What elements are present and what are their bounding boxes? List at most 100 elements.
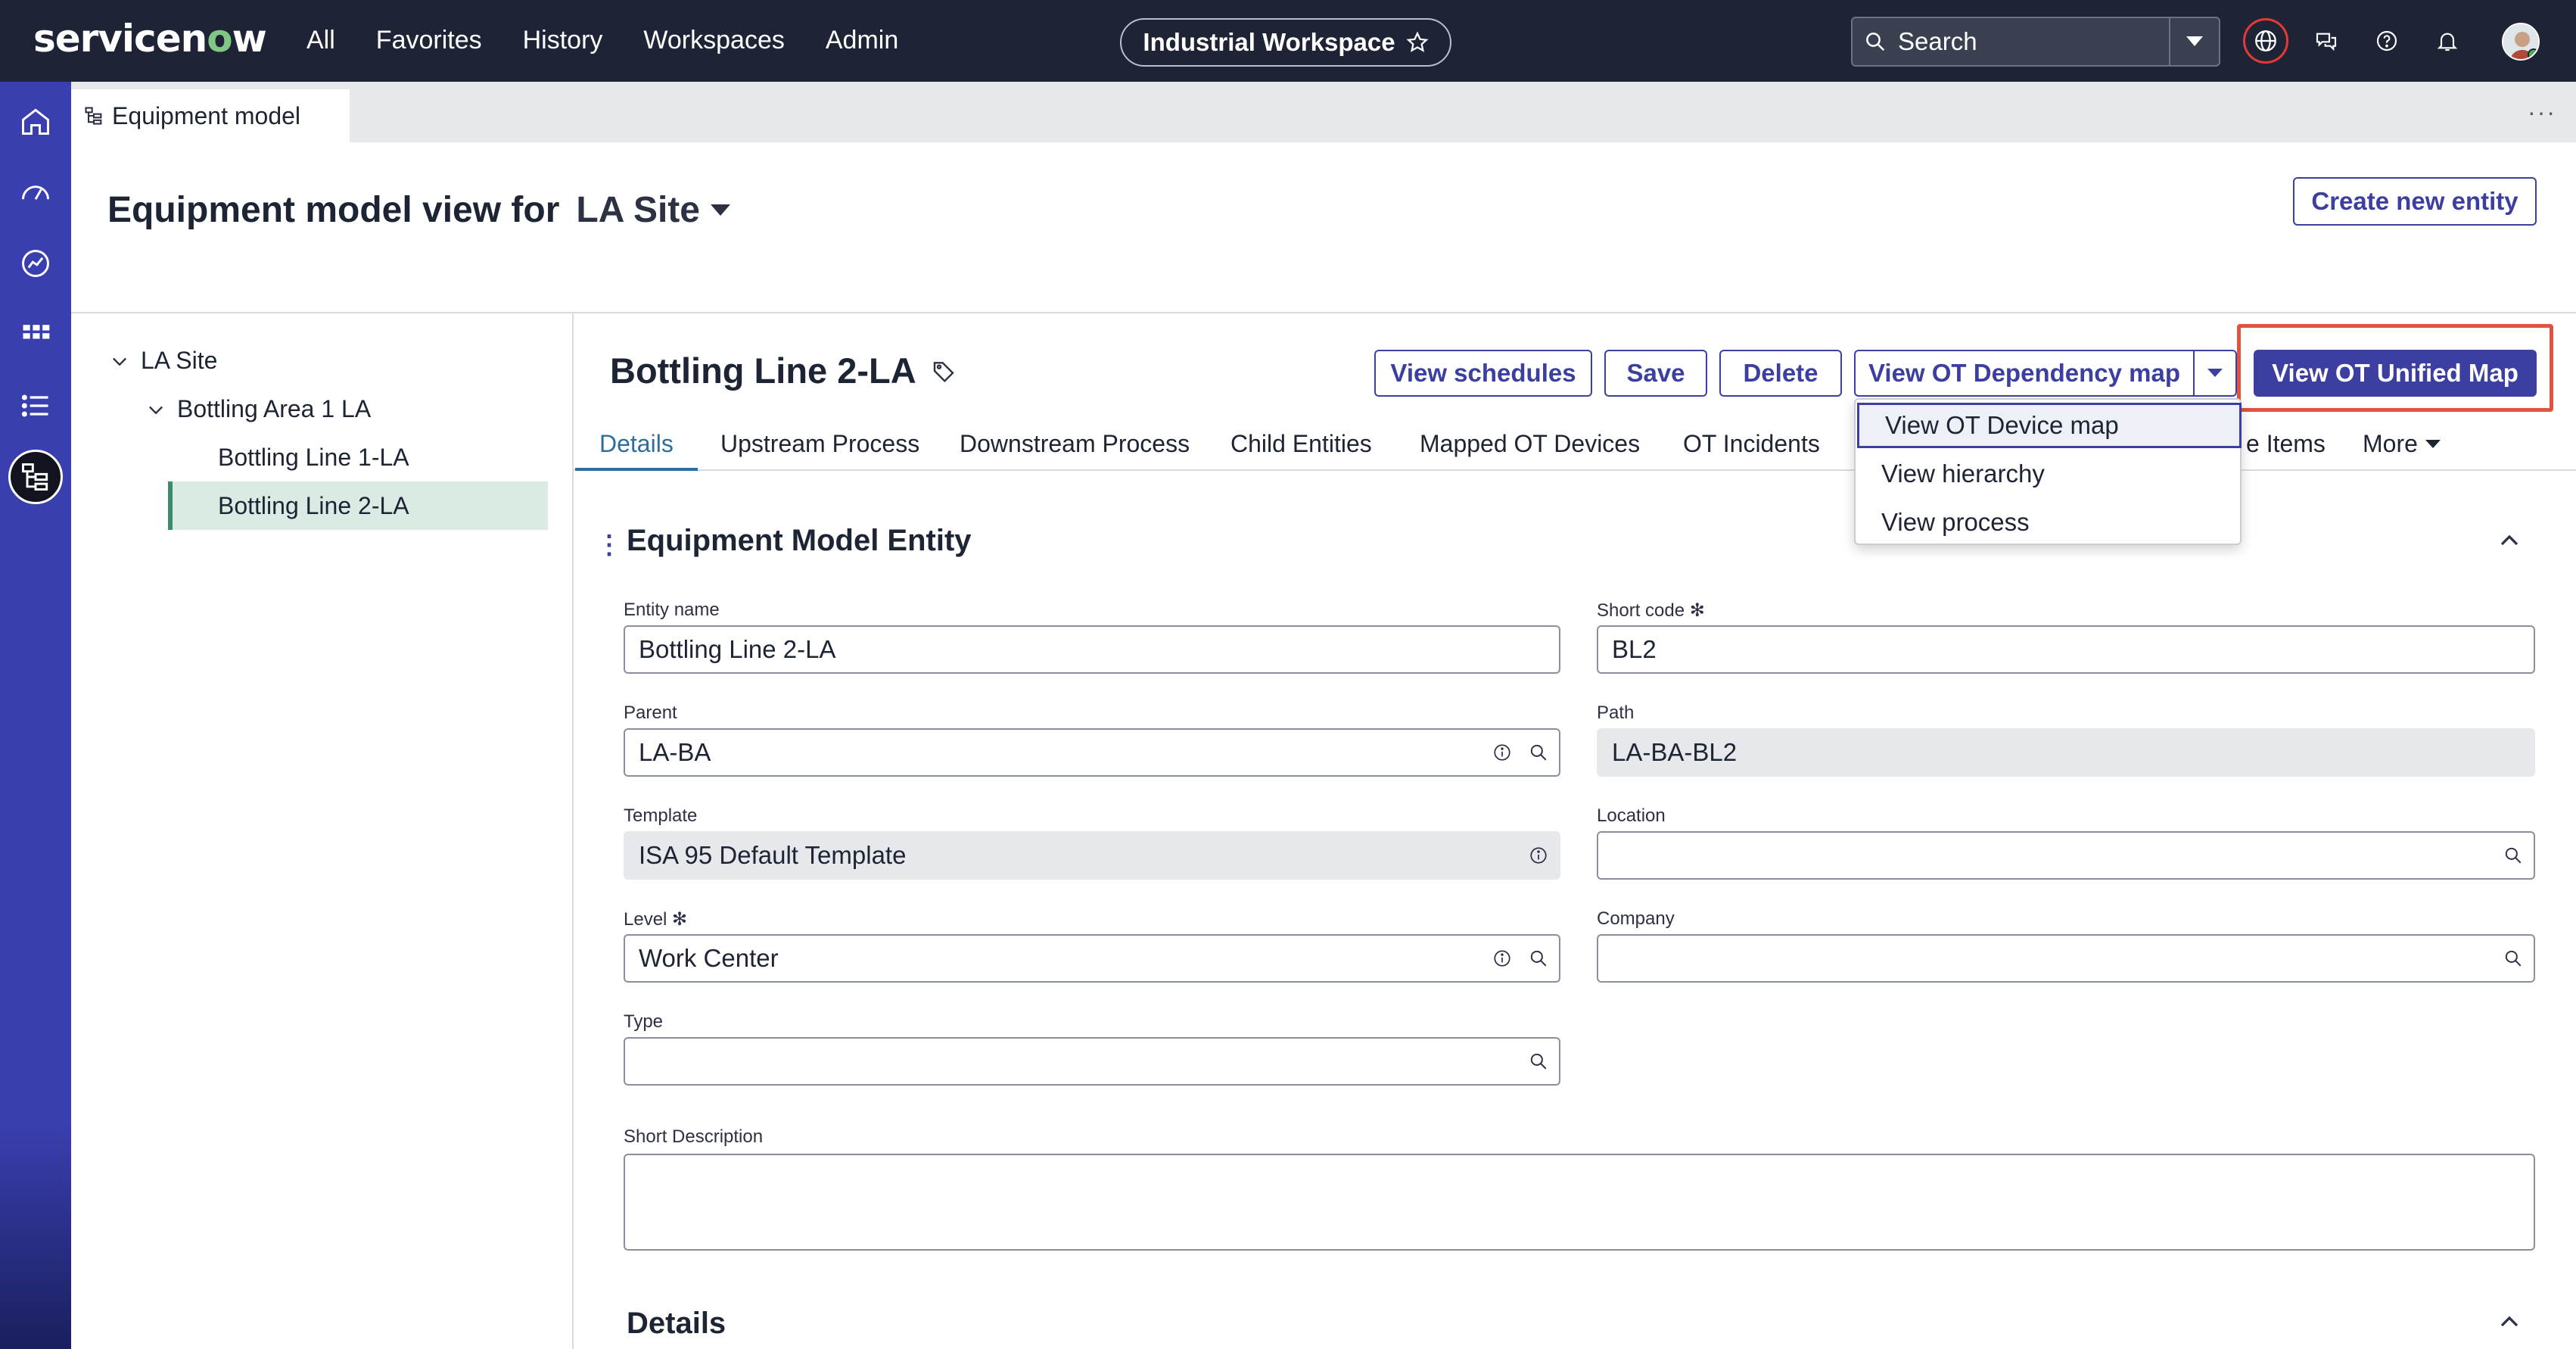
company-label: Company: [1597, 908, 1675, 929]
search-icon[interactable]: [1529, 743, 1548, 762]
dependency-map-dropdown-menu: View OT Device map View hierarchy View p…: [1854, 398, 2242, 545]
menu-item-view-ot-device-map[interactable]: View OT Device map: [1857, 403, 2242, 448]
search-icon[interactable]: [1529, 1051, 1548, 1071]
tree-node-bottling-line-2[interactable]: Bottling Line 2-LA: [218, 492, 409, 520]
nav-link-history[interactable]: History: [523, 26, 603, 55]
tree-node-la-site[interactable]: LA Site: [109, 347, 217, 375]
tab-mapped-ot-devices[interactable]: Mapped OT Devices: [1420, 430, 1640, 458]
record-title: Bottling Line 2-LA: [610, 350, 956, 391]
location-label: Location: [1597, 805, 1666, 826]
home-icon[interactable]: [13, 98, 58, 144]
path-label: Path: [1597, 703, 1635, 723]
short-code-field[interactable]: BL2: [1597, 625, 2535, 674]
help-icon[interactable]: [2364, 18, 2410, 64]
workspace-selector[interactable]: Industrial Workspace: [1120, 18, 1451, 67]
caret-down-icon: [2425, 439, 2441, 448]
path-field: LA-BA-BL2: [1597, 728, 2535, 777]
workspace-label: Industrial Workspace: [1143, 28, 1395, 56]
top-utility-icons: [2243, 18, 2470, 64]
chat-icon[interactable]: [2304, 18, 2349, 64]
dependency-map-dropdown-toggle[interactable]: [2193, 350, 2237, 397]
tree-node-bottling-line-1[interactable]: Bottling Line 1-LA: [218, 444, 409, 472]
type-label: Type: [624, 1011, 664, 1032]
section-drag-handle-icon[interactable]: ⋮: [596, 530, 622, 560]
tab-more[interactable]: More: [2363, 430, 2441, 458]
site-selector[interactable]: LA Site: [576, 189, 730, 231]
tag-icon[interactable]: [932, 359, 956, 383]
top-navigation-bar: servicenow All Favorites History Workspa…: [0, 0, 2576, 82]
nav-link-favorites[interactable]: Favorites: [376, 26, 482, 55]
level-field[interactable]: Work Center: [624, 934, 1560, 983]
star-icon[interactable]: [1406, 31, 1429, 54]
caret-down-icon: [2207, 369, 2223, 377]
workspace-tab-strip: Equipment model ···: [71, 82, 2576, 142]
left-rail: [0, 82, 71, 1349]
annotation-highlight-box: [2237, 324, 2553, 412]
record-tabs: Details Upstream Process Downstream Proc…: [574, 419, 2576, 471]
create-new-entity-button[interactable]: Create new entity: [2293, 177, 2537, 226]
chevron-up-icon[interactable]: [2494, 1307, 2525, 1337]
tab-label: Equipment model: [112, 101, 301, 129]
dashboard-gauge-icon[interactable]: [13, 170, 58, 215]
servicenow-logo[interactable]: servicenow: [33, 17, 267, 61]
menu-item-view-hierarchy[interactable]: View hierarchy: [1856, 451, 2240, 497]
tab-upstream-process[interactable]: Upstream Process: [720, 430, 919, 458]
info-icon[interactable]: [1492, 949, 1512, 968]
parent-field[interactable]: LA-BA: [624, 728, 1560, 777]
chevron-down-icon[interactable]: [145, 399, 166, 420]
analytics-icon[interactable]: [13, 241, 58, 286]
info-icon[interactable]: [1529, 846, 1548, 865]
global-search[interactable]: Search: [1851, 17, 2220, 67]
template-field: ISA 95 Default Template: [624, 831, 1560, 880]
search-scope-dropdown[interactable]: [2169, 18, 2219, 65]
more-options-icon[interactable]: ···: [2528, 98, 2556, 126]
view-schedules-button[interactable]: View schedules: [1374, 350, 1592, 397]
company-field[interactable]: [1597, 934, 2535, 983]
short-description-textarea[interactable]: [624, 1154, 2535, 1251]
header-divider: [71, 312, 2576, 313]
parent-label: Parent: [624, 703, 677, 723]
search-icon: [1853, 30, 1898, 53]
view-ot-dependency-map-button[interactable]: View OT Dependency map: [1854, 350, 2195, 397]
globe-icon[interactable]: [2243, 18, 2288, 64]
info-icon[interactable]: [1492, 743, 1512, 762]
type-field[interactable]: [624, 1037, 1560, 1086]
tab-child-entities[interactable]: Child Entities: [1230, 430, 1372, 458]
nav-link-all[interactable]: All: [306, 26, 335, 55]
site-name: LA Site: [576, 190, 700, 230]
online-status-dot: [2528, 48, 2538, 59]
level-label: Level ✻: [624, 909, 688, 930]
search-icon[interactable]: [1529, 949, 1548, 968]
required-asterisk-icon: ✻: [672, 909, 688, 930]
search-icon[interactable]: [2503, 949, 2523, 968]
page-title-text: Equipment model view for: [107, 190, 560, 230]
equipment-hierarchy-icon[interactable]: [8, 450, 63, 504]
user-avatar[interactable]: [2502, 23, 2540, 61]
menu-item-view-process[interactable]: View process: [1856, 500, 2240, 545]
list-icon[interactable]: [13, 383, 58, 428]
record-title-text: Bottling Line 2-LA: [610, 350, 916, 391]
notification-bell-icon[interactable]: [2425, 18, 2470, 64]
location-field[interactable]: [1597, 831, 2535, 880]
entity-name-field[interactable]: Bottling Line 2-LA: [624, 625, 1560, 674]
save-button[interactable]: Save: [1604, 350, 1707, 397]
chevron-down-icon[interactable]: [109, 350, 130, 372]
tree-node-bottling-area[interactable]: Bottling Area 1 LA: [145, 395, 371, 423]
nav-link-workspaces[interactable]: Workspaces: [643, 26, 784, 55]
chevron-up-icon[interactable]: [2494, 525, 2525, 556]
caret-down-icon: [710, 204, 730, 216]
tab-details[interactable]: Details: [599, 430, 674, 458]
tab-items[interactable]: e Items: [2246, 430, 2326, 458]
page-title: Equipment model view for LA Site: [107, 189, 730, 231]
tab-equipment-model[interactable]: Equipment model: [71, 89, 350, 142]
delete-button[interactable]: Delete: [1719, 350, 1842, 397]
nav-link-admin[interactable]: Admin: [826, 26, 898, 55]
search-icon[interactable]: [2503, 846, 2523, 865]
active-tab-underline: [575, 468, 698, 471]
short-description-label: Short Description: [624, 1126, 764, 1147]
caret-down-icon: [2186, 36, 2203, 46]
tab-downstream-process[interactable]: Downstream Process: [960, 430, 1190, 458]
apps-grid-icon[interactable]: [13, 312, 58, 357]
tab-ot-incidents[interactable]: OT Incidents: [1683, 430, 1820, 458]
search-input[interactable]: Search: [1898, 27, 2169, 56]
